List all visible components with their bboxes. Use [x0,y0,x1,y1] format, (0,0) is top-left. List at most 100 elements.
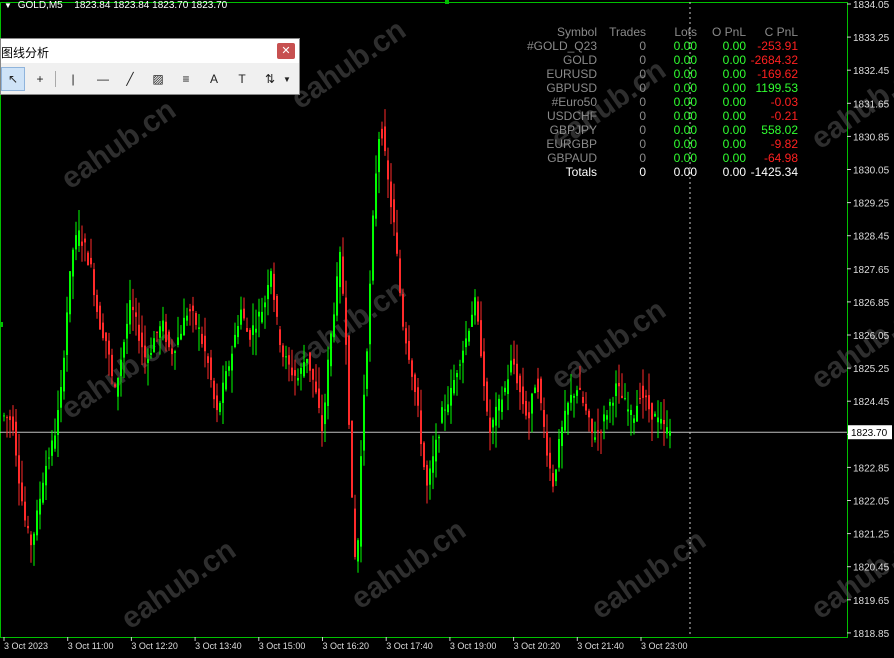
pnl-header-row: Symbol Trades Lots O PnL C PnL [520,25,820,39]
pnl-symbol: EURUSD [546,67,597,81]
bull-candle [372,215,374,281]
bear-candle [30,534,32,546]
vertical-line-icon[interactable]: | [61,67,85,91]
pnl-trades: 0 [639,39,646,53]
frame-handle[interactable] [445,0,449,4]
pnl-cpnl: -9.82 [770,137,798,151]
bull-candle [627,409,629,412]
bull-candle [456,373,458,378]
pnl-row: #GOLD_Q23 0 0.00 0.00 -253.91 [520,39,820,53]
pnl-summary-table: Symbol Trades Lots O PnL C PnL #GOLD_Q23 0 0.00… [520,25,820,179]
bear-candle [399,258,401,293]
bear-candle [528,412,530,419]
pnl-row: EURUSD 0 0.00 0.00 -169.62 [520,67,820,81]
bull-candle [606,415,608,420]
price-axis-label: 1828.45 [853,232,890,243]
bull-candle [630,410,632,416]
bear-candle [342,256,344,294]
time-axis-label: 3 Oct 19:00 [450,641,497,651]
bull-candle [180,333,182,340]
bull-candle [660,418,662,424]
bull-candle [432,456,434,473]
bull-candle [198,327,200,329]
bear-candle [204,335,206,352]
bear-candle [597,430,599,432]
fibonacci-icon[interactable]: ≡ [174,67,198,91]
bull-candle [270,271,272,287]
bull-candle [369,283,371,345]
pnl-lots: 0.00 [673,67,697,81]
bull-candle [177,337,179,345]
pnl-cpnl: 558.02 [761,123,798,137]
arrows-icon[interactable]: ⇅ [258,67,282,91]
pnl-symbol: GBPAUD [547,151,597,165]
bull-candle [252,325,254,335]
bear-candle [513,358,515,365]
bear-candle [171,348,173,355]
time-axis-label: 3 Oct 11:00 [68,641,114,651]
bear-candle [12,416,14,431]
pnl-cpnl: -0.21 [770,109,798,123]
bear-candle [480,320,482,357]
pnl-symbol: #Euro50 [551,95,597,109]
bear-candle [396,232,398,254]
pnl-symbol: GBPJPY [549,123,597,137]
close-icon[interactable]: ✕ [277,43,295,59]
bear-candle [9,416,11,421]
price-axis-label: 1824.45 [853,397,890,408]
bear-candle [525,400,527,416]
bull-candle [357,540,359,562]
price-axis-label: 1818.85 [853,629,890,640]
text-label-icon[interactable]: T [230,67,254,91]
chart-window[interactable]: eahub.cn eahub.cn eahub.cn eahub.cn eahub.cn… [0,0,894,653]
bull-candle [669,431,671,436]
watermark: eahub.cn [345,513,472,616]
bull-candle [261,311,263,323]
bear-candle [315,381,317,393]
totals-opnl: 0.00 [722,165,746,179]
bull-candle [375,173,377,219]
time-axis-label: 3 Oct 13:40 [195,641,242,651]
bear-candle [420,410,422,445]
bull-candle [45,465,47,486]
cursor-icon[interactable]: ↖ [1,67,25,91]
current-price-label: 1823.70 [851,428,888,439]
bear-candle [312,368,314,380]
bull-candle [219,402,221,413]
header-opnl: O PnL [711,25,746,39]
bear-candle [105,332,107,342]
line-studies-toolbar[interactable]: 图线分析 ✕ ↖ + | — ╱ ▨ ≡ A T ⇅ ▼ [0,38,300,95]
bull-candle [471,314,473,327]
toolbar-title-bar[interactable]: 图线分析 ✕ [1,39,299,63]
bull-candle [3,415,5,417]
symbol-timeframe: GOLD,M5 [17,0,63,11]
bull-candle [255,328,257,333]
equidistant-channel-icon[interactable]: ▨ [146,67,170,91]
ohlc-low: 1823.70 [152,0,189,11]
bear-candle [543,409,545,427]
trendline-icon[interactable]: ╱ [118,67,142,91]
dropdown-arrow-icon[interactable]: ▼ [281,67,293,91]
bull-candle [624,398,626,400]
bear-candle [642,385,644,398]
crosshair-icon[interactable]: + [28,67,52,91]
pnl-cpnl: -169.62 [757,67,798,81]
bull-candle [297,377,299,381]
pnl-lots: 0.00 [673,109,697,123]
text-icon[interactable]: A [202,67,226,91]
bull-candle [126,323,128,339]
horizontal-line-icon[interactable]: — [91,67,115,91]
bear-candle [132,306,134,311]
bear-candle [345,297,347,345]
pnl-totals-row: Totals 0 0.00 0.00 -1425.34 [520,165,820,179]
bull-candle [492,419,494,428]
frame-handle[interactable] [0,322,3,327]
bull-candle [453,379,455,394]
bull-candle [123,342,125,358]
bull-candle [615,383,617,397]
bull-candle [558,439,560,468]
bear-candle [87,252,89,266]
pnl-trades: 0 [639,81,646,95]
bull-candle [534,387,536,394]
price-axis-label: 1834.05 [853,0,890,11]
